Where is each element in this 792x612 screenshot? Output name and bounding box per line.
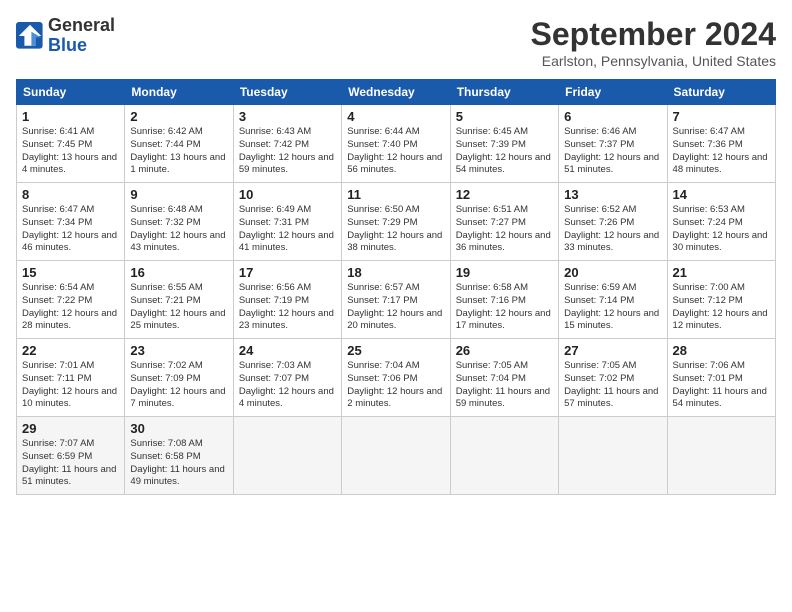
table-row: 13 Sunrise: 6:52 AMSunset: 7:26 PMDaylig… (559, 183, 667, 261)
col-monday: Monday (125, 80, 233, 105)
empty-cell (233, 417, 341, 495)
table-row: 17 Sunrise: 6:56 AMSunset: 7:19 PMDaylig… (233, 261, 341, 339)
header: General Blue September 2024 Earlston, Pe… (16, 16, 776, 69)
week-4: 22 Sunrise: 7:01 AMSunset: 7:11 PMDaylig… (17, 339, 776, 417)
table-row: 1 Sunrise: 6:41 AMSunset: 7:45 PMDayligh… (17, 105, 125, 183)
col-thursday: Thursday (450, 80, 558, 105)
table-row: 14 Sunrise: 6:53 AMSunset: 7:24 PMDaylig… (667, 183, 775, 261)
table-row: 8 Sunrise: 6:47 AMSunset: 7:34 PMDayligh… (17, 183, 125, 261)
calendar-header-row: Sunday Monday Tuesday Wednesday Thursday… (17, 80, 776, 105)
table-row: 7 Sunrise: 6:47 AMSunset: 7:36 PMDayligh… (667, 105, 775, 183)
week-3: 15 Sunrise: 6:54 AMSunset: 7:22 PMDaylig… (17, 261, 776, 339)
table-row: 3 Sunrise: 6:43 AMSunset: 7:42 PMDayligh… (233, 105, 341, 183)
title-block: September 2024 Earlston, Pennsylvania, U… (531, 16, 776, 69)
page: General Blue September 2024 Earlston, Pe… (0, 0, 792, 612)
week-1: 1 Sunrise: 6:41 AMSunset: 7:45 PMDayligh… (17, 105, 776, 183)
table-row: 22 Sunrise: 7:01 AMSunset: 7:11 PMDaylig… (17, 339, 125, 417)
table-row: 19 Sunrise: 6:58 AMSunset: 7:16 PMDaylig… (450, 261, 558, 339)
table-row: 30 Sunrise: 7:08 AMSunset: 6:58 PMDaylig… (125, 417, 233, 495)
table-row: 26 Sunrise: 7:05 AMSunset: 7:04 PMDaylig… (450, 339, 558, 417)
week-5: 29 Sunrise: 7:07 AMSunset: 6:59 PMDaylig… (17, 417, 776, 495)
table-row: 28 Sunrise: 7:06 AMSunset: 7:01 PMDaylig… (667, 339, 775, 417)
calendar-subtitle: Earlston, Pennsylvania, United States (531, 53, 776, 69)
col-wednesday: Wednesday (342, 80, 450, 105)
table-row: 5 Sunrise: 6:45 AMSunset: 7:39 PMDayligh… (450, 105, 558, 183)
table-row: 23 Sunrise: 7:02 AMSunset: 7:09 PMDaylig… (125, 339, 233, 417)
table-row: 21 Sunrise: 7:00 AMSunset: 7:12 PMDaylig… (667, 261, 775, 339)
empty-cell (667, 417, 775, 495)
col-tuesday: Tuesday (233, 80, 341, 105)
week-2: 8 Sunrise: 6:47 AMSunset: 7:34 PMDayligh… (17, 183, 776, 261)
logo-line2: Blue (48, 36, 115, 56)
table-row: 27 Sunrise: 7:05 AMSunset: 7:02 PMDaylig… (559, 339, 667, 417)
empty-cell (559, 417, 667, 495)
table-row: 11 Sunrise: 6:50 AMSunset: 7:29 PMDaylig… (342, 183, 450, 261)
table-row: 2 Sunrise: 6:42 AMSunset: 7:44 PMDayligh… (125, 105, 233, 183)
calendar-title: September 2024 (531, 16, 776, 53)
empty-cell (450, 417, 558, 495)
table-row: 25 Sunrise: 7:04 AMSunset: 7:06 PMDaylig… (342, 339, 450, 417)
empty-cell (342, 417, 450, 495)
table-row: 20 Sunrise: 6:59 AMSunset: 7:14 PMDaylig… (559, 261, 667, 339)
logo-line1: General (48, 16, 115, 36)
logo-icon (16, 22, 44, 50)
table-row: 10 Sunrise: 6:49 AMSunset: 7:31 PMDaylig… (233, 183, 341, 261)
col-saturday: Saturday (667, 80, 775, 105)
logo: General Blue (16, 16, 115, 56)
table-row: 18 Sunrise: 6:57 AMSunset: 7:17 PMDaylig… (342, 261, 450, 339)
table-row: 12 Sunrise: 6:51 AMSunset: 7:27 PMDaylig… (450, 183, 558, 261)
col-sunday: Sunday (17, 80, 125, 105)
table-row: 16 Sunrise: 6:55 AMSunset: 7:21 PMDaylig… (125, 261, 233, 339)
table-row: 15 Sunrise: 6:54 AMSunset: 7:22 PMDaylig… (17, 261, 125, 339)
calendar-table: Sunday Monday Tuesday Wednesday Thursday… (16, 79, 776, 495)
table-row: 29 Sunrise: 7:07 AMSunset: 6:59 PMDaylig… (17, 417, 125, 495)
table-row: 6 Sunrise: 6:46 AMSunset: 7:37 PMDayligh… (559, 105, 667, 183)
table-row: 9 Sunrise: 6:48 AMSunset: 7:32 PMDayligh… (125, 183, 233, 261)
col-friday: Friday (559, 80, 667, 105)
table-row: 24 Sunrise: 7:03 AMSunset: 7:07 PMDaylig… (233, 339, 341, 417)
table-row: 4 Sunrise: 6:44 AMSunset: 7:40 PMDayligh… (342, 105, 450, 183)
